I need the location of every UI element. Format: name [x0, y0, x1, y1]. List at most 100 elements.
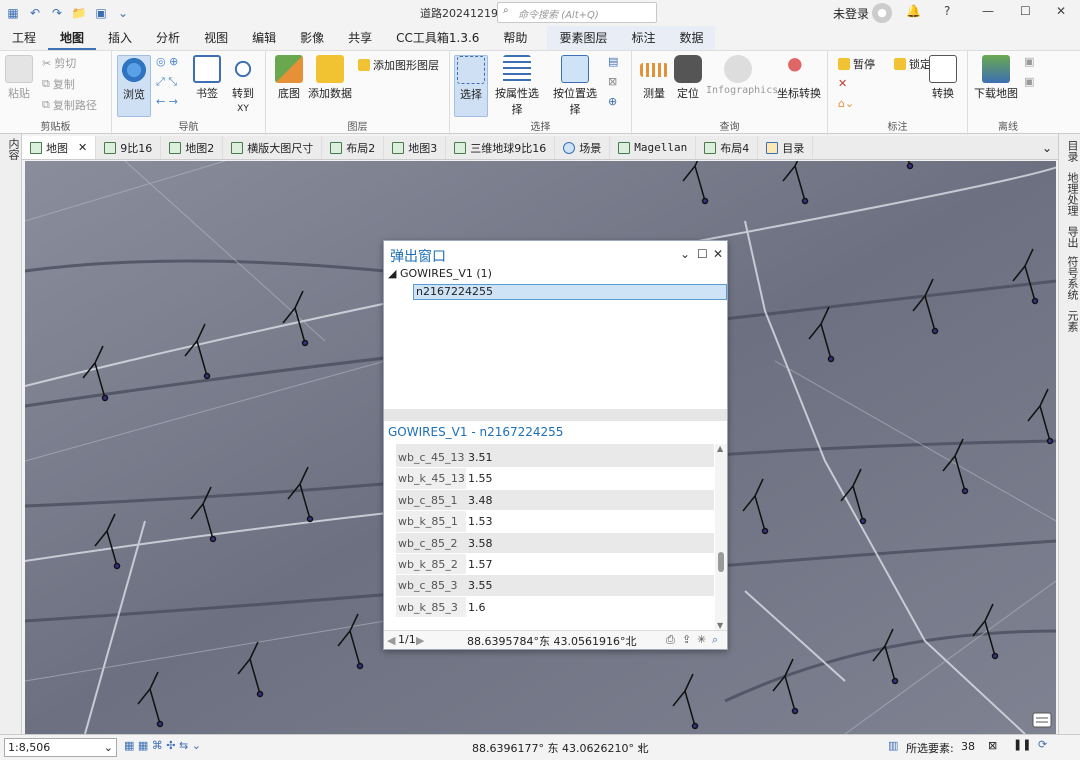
catalog-pane-tab[interactable]: 目录 [1064, 140, 1080, 162]
measure-button[interactable]: 测量 [638, 55, 670, 101]
scroll-up-icon[interactable]: ▲ [717, 444, 723, 453]
customize-qat-icon[interactable]: ⌄ [114, 4, 132, 22]
print-icon[interactable]: ⎙ [666, 633, 675, 647]
full-extent-icon[interactable]: ⤢ ⤡ [156, 75, 177, 89]
contents-pane-collapsed[interactable]: 内容 [0, 134, 22, 734]
elements-pane-tab[interactable]: 元素 [1064, 310, 1080, 332]
remove-offline-icon[interactable]: ▣ [1024, 75, 1034, 88]
popup-options-chevron-icon[interactable]: ⌄ [680, 247, 690, 261]
view-tab-layout4[interactable]: 布局4 [696, 136, 759, 159]
fixed-zoom-icon[interactable]: ◎ ⊕ [156, 55, 178, 68]
zoom-to-selection-icon[interactable]: ⊕ [608, 95, 617, 108]
clear-selection-status-icon[interactable]: ⊠ [988, 739, 997, 752]
select-by-location-button[interactable]: 按位置选择 [548, 55, 602, 117]
view-tab-landscape[interactable]: 横版大图尺寸 [223, 136, 323, 159]
clear-selection-icon[interactable]: ⊠ [608, 75, 617, 88]
convert-labels-button[interactable]: 转换 [926, 55, 960, 101]
cut-button[interactable]: ✂ 剪切 [42, 55, 76, 71]
notification-bell-icon[interactable]: 🔔 [906, 4, 921, 18]
symbology-pane-tab[interactable]: 符号系统 [1064, 256, 1080, 300]
view-tab-scene[interactable]: 场景 [555, 136, 611, 159]
popup-layer-name[interactable]: GOWIRES_V1 [400, 267, 473, 280]
zoom-to-feature-icon[interactable]: ⌕ [712, 633, 718, 647]
contents-pane-tab[interactable]: 内容 [5, 138, 21, 160]
command-search-input[interactable]: ⌕ 命令搜索 (Alt+Q) [497, 2, 657, 23]
coordinate-format-chevron-icon[interactable]: ⌄ [636, 739, 645, 752]
view-tab-catalog[interactable]: 目录 [758, 136, 814, 159]
tab-view[interactable]: 视图 [192, 26, 240, 50]
undo-icon[interactable]: ↶ [26, 4, 44, 22]
tab-cc-toolbox[interactable]: CC工具箱1.3.6 [384, 26, 491, 50]
view-tab-magellan[interactable]: Magellan [610, 136, 697, 159]
coordinate-conversion-button[interactable]: 坐标转换 [774, 55, 824, 101]
maximize-button[interactable]: ☐ [1020, 4, 1031, 18]
previous-feature-icon[interactable]: ◀ [387, 634, 395, 647]
flash-feature-icon[interactable]: ✳ [697, 633, 706, 646]
refresh-icon[interactable]: ⟳ [1038, 738, 1047, 751]
view-tab-layout2[interactable]: 布局2 [322, 136, 385, 159]
add-graphics-layer-button[interactable]: 添加图形图层 [358, 57, 439, 73]
next-feature-icon[interactable]: ▶ [416, 634, 424, 647]
tab-map[interactable]: 地图 [48, 26, 97, 50]
scroll-down-icon[interactable]: ▼ [717, 621, 723, 630]
tab-feature-layer[interactable]: 要素图层 [547, 26, 619, 50]
close-tab-icon[interactable]: ✕ [78, 141, 87, 154]
popup-maximize-icon[interactable]: ☐ [697, 247, 708, 261]
map-grid-icons[interactable]: ▦ ▦ ⌘ ✣ ⇆ ⌄ [124, 739, 201, 752]
tree-collapse-icon[interactable]: ◢ [388, 267, 396, 280]
paste-button[interactable]: 粘贴 [4, 55, 34, 101]
explore-button[interactable]: 浏览 [117, 55, 151, 117]
basemap-button[interactable]: 底图 [272, 55, 306, 101]
map-overview-icon[interactable] [1032, 712, 1052, 728]
tab-list-chevron-icon[interactable]: ⌄ [1042, 141, 1058, 155]
view-tab-map3[interactable]: 地图3 [384, 136, 447, 159]
popup-splitter[interactable] [384, 409, 727, 421]
unplaced-labels-icon[interactable]: ✕ [838, 77, 847, 90]
scale-dropdown[interactable]: 1:8,506 ⌄ [4, 738, 117, 757]
select-button[interactable]: 选择 [454, 55, 488, 117]
tab-help[interactable]: 帮助 [491, 26, 539, 50]
open-project-icon[interactable]: 📁 [70, 4, 88, 22]
select-by-attributes-button[interactable]: 按属性选择 [490, 55, 544, 117]
copy-path-button[interactable]: ⧉ 复制路径 [42, 97, 97, 113]
add-data-button[interactable]: 添加数据 [306, 55, 354, 101]
tab-analysis[interactable]: 分析 [144, 26, 192, 50]
label-priority-icon[interactable]: ⌂⌄ [838, 97, 854, 110]
user-status[interactable]: 未登录 [833, 5, 869, 22]
tab-imagery[interactable]: 影像 [288, 26, 336, 50]
geoprocessing-pane-tab[interactable]: 地理处理 [1064, 172, 1080, 216]
copy-button[interactable]: ⧉ 复制 [42, 76, 75, 92]
popup-close-icon[interactable]: ✕ [713, 247, 723, 261]
tab-share[interactable]: 共享 [336, 26, 384, 50]
infographics-button[interactable]: Infographics [706, 55, 778, 96]
view-tab-9-16[interactable]: 9比16 [96, 136, 162, 159]
redo-icon[interactable]: ↷ [48, 4, 66, 22]
sync-icon[interactable]: ▣ [1024, 55, 1034, 68]
bookmarks-button[interactable]: 书签 [192, 55, 222, 101]
export-icon[interactable]: ⇪ [682, 633, 691, 646]
tab-labeling[interactable]: 标注 [619, 26, 667, 50]
export-pane-tab[interactable]: 导出 [1064, 226, 1080, 248]
tab-project[interactable]: 工程 [0, 26, 48, 50]
pause-labeling-button[interactable]: 暂停 [838, 56, 875, 72]
view-tab-3d-globe[interactable]: 三维地球9比16 [446, 136, 556, 159]
view-tab-map2[interactable]: 地图2 [161, 136, 224, 159]
scrollbar-thumb[interactable] [718, 552, 724, 572]
close-button[interactable]: ✕ [1056, 4, 1066, 18]
goto-xy-button[interactable]: 转到 XY [226, 55, 260, 114]
tab-insert[interactable]: 插入 [96, 26, 144, 50]
locate-button[interactable]: 定位 [672, 55, 704, 101]
tab-data[interactable]: 数据 [667, 26, 715, 50]
pause-drawing-icon[interactable]: ❚❚ [1013, 738, 1031, 751]
previous-next-extent-icon[interactable]: ← → [156, 95, 178, 108]
tab-edit[interactable]: 编辑 [240, 26, 288, 50]
minimize-button[interactable]: — [982, 4, 994, 18]
attributes-pane-icon[interactable]: ▤ [608, 55, 618, 68]
view-tab-map[interactable]: 地图 ✕ [22, 136, 97, 159]
help-button[interactable]: ? [944, 4, 950, 18]
popup-feature-item[interactable]: n2167224255 [413, 284, 727, 300]
attribute-scrollbar[interactable]: ▲ ▼ [715, 444, 727, 630]
download-map-button[interactable]: 下载地图 [974, 55, 1018, 101]
save-icon[interactable]: ▣ [92, 4, 110, 22]
avatar-icon[interactable]: ● [872, 3, 892, 23]
